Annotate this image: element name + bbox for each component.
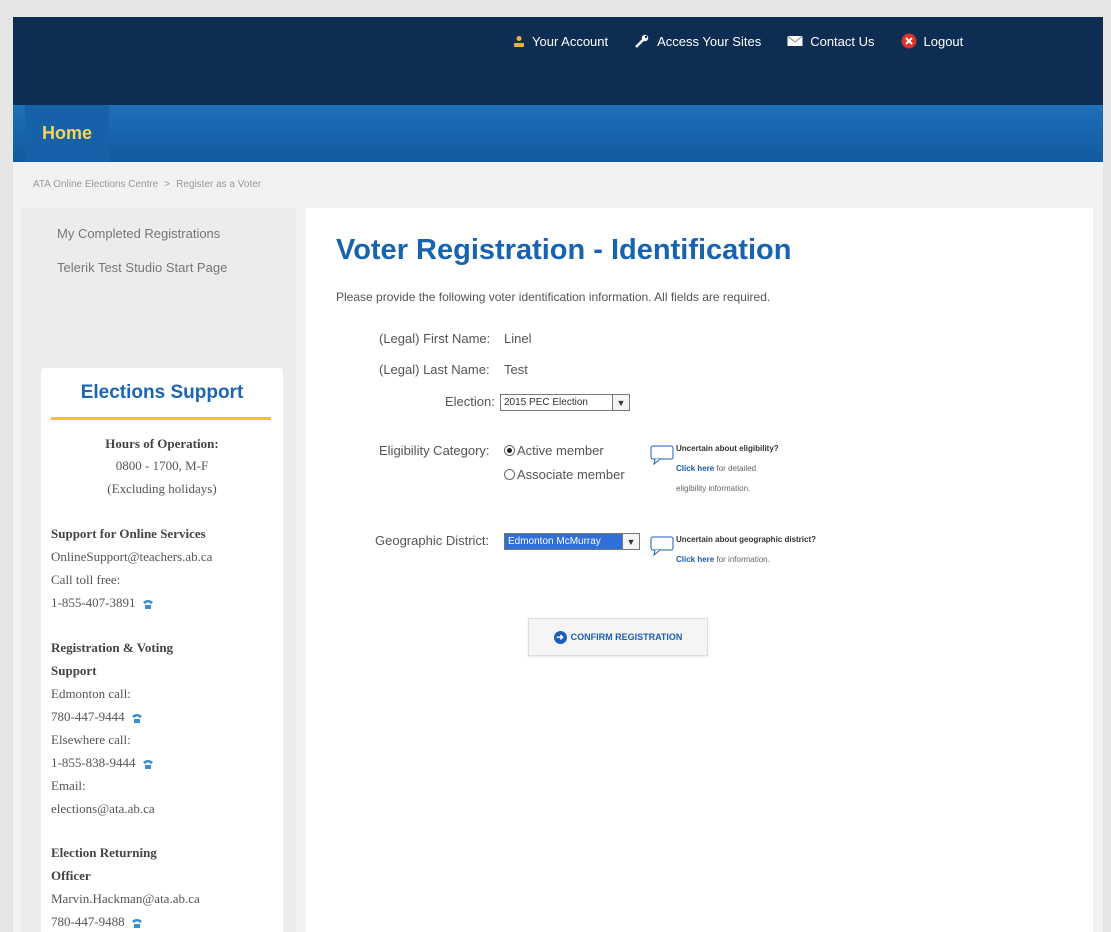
- contact-us-link[interactable]: Contact Us: [787, 33, 875, 49]
- sidebar: My Completed Registrations Telerik Test …: [21, 208, 296, 932]
- returning-officer-phone[interactable]: 780-447-9488: [51, 914, 125, 929]
- sidebar-item-telerik-start-page[interactable]: Telerik Test Studio Start Page: [57, 260, 227, 275]
- registration-support-title-2: Support: [51, 663, 97, 678]
- home-tab[interactable]: Home: [25, 105, 109, 162]
- phone-icon[interactable]: [131, 918, 143, 929]
- logout-label: Logout: [923, 33, 964, 49]
- hours-value: 0800 - 1700, M-F: [115, 458, 209, 473]
- eligibility-option-associate: Associate member: [517, 467, 625, 482]
- edmonton-phone[interactable]: 780-447-9444: [51, 709, 125, 724]
- eligibility-help-question: Uncertain about eligibility?: [676, 444, 779, 453]
- returning-officer-email[interactable]: Marvin.Hackman@ata.ab.ca: [51, 887, 200, 910]
- hours-note: (Excluding holidays): [107, 481, 217, 496]
- user-icon: [514, 35, 524, 47]
- phone-icon[interactable]: [131, 713, 143, 724]
- page-frame: Your Account Access Your Sites Contact U…: [13, 17, 1103, 932]
- online-support-title: Support for Online Services: [51, 526, 206, 541]
- online-support-phone[interactable]: 1-855-407-3891: [51, 595, 136, 610]
- online-support-phone-row: 1-855-407-3891: [51, 591, 154, 614]
- chevron-down-icon[interactable]: ▼: [612, 395, 629, 410]
- eligibility-help-text: for detailed: [716, 464, 757, 473]
- eligibility-label: Eligibility Category:: [379, 443, 490, 458]
- district-help-question: Uncertain about geographic district?: [676, 535, 817, 544]
- instructions: Please provide the following voter ident…: [336, 290, 771, 304]
- district-select[interactable]: Edmonton McMurray ▼: [504, 533, 640, 550]
- elsewhere-phone[interactable]: 1-855-838-9444: [51, 755, 136, 770]
- arrow-right-circle-icon: ➜: [553, 630, 567, 644]
- support-title: Elections Support: [80, 382, 244, 403]
- phone-icon[interactable]: [142, 759, 154, 770]
- breadcrumb-root[interactable]: ATA Online Elections Centre: [33, 179, 158, 190]
- logout-link[interactable]: Logout: [901, 33, 964, 49]
- wrench-icon: [635, 34, 649, 48]
- speech-bubble-icon: [650, 445, 674, 465]
- envelope-icon: [787, 35, 804, 46]
- online-support-email[interactable]: OnlineSupport@teachers.ab.ca: [51, 545, 212, 568]
- phone-icon[interactable]: [142, 599, 154, 610]
- your-account-label: Your Account: [532, 33, 609, 49]
- last-name-label: (Legal) Last Name:: [379, 362, 490, 377]
- your-account-link[interactable]: Your Account: [513, 33, 608, 49]
- district-help-link[interactable]: Click here: [676, 555, 714, 564]
- elsewhere-call-label: Elsewhere call:: [51, 732, 131, 747]
- first-name-label: (Legal) First Name:: [379, 331, 491, 346]
- online-support-call-label: Call toll free:: [51, 572, 121, 587]
- breadcrumb-separator: >: [164, 179, 171, 190]
- contact-us-label: Contact Us: [810, 33, 875, 49]
- election-select[interactable]: 2015 PEC Election ▼: [500, 394, 630, 411]
- eligibility-option-active: Active member: [517, 443, 604, 458]
- confirm-registration-label: CONFIRM REGISTRATION: [570, 632, 683, 642]
- email-label: Email:: [51, 778, 86, 793]
- elections-email[interactable]: elections@ata.ab.ca: [51, 797, 155, 820]
- registration-support-title-1: Registration & Voting: [51, 640, 174, 655]
- returning-officer-title-2: Officer: [51, 868, 91, 883]
- page-title: Voter Registration - Identification: [336, 234, 792, 266]
- hours-title: Hours of Operation:: [105, 436, 219, 451]
- speech-bubble-icon: [650, 536, 674, 556]
- eligibility-help-link[interactable]: Click here: [676, 464, 714, 473]
- election-label: Election:: [445, 394, 495, 409]
- eligibility-radio-active[interactable]: Active member: [504, 443, 604, 458]
- top-nav: Your Account Access Your Sites Contact U…: [513, 33, 989, 49]
- chevron-down-icon[interactable]: ▼: [622, 534, 639, 549]
- district-help: Uncertain about geographic district? Cli…: [676, 530, 816, 570]
- main-content: Voter Registration - Identification Plea…: [306, 208, 1093, 932]
- district-label: Geographic District:: [375, 533, 490, 548]
- first-name-value: Linel: [504, 331, 532, 346]
- radio-selected-icon[interactable]: [504, 445, 515, 456]
- radio-unselected-icon[interactable]: [504, 469, 515, 480]
- district-help-text: for information.: [716, 555, 770, 564]
- returning-officer-title-1: Election Returning: [51, 845, 157, 860]
- eligibility-help-text-2: eligibility information.: [676, 484, 751, 493]
- eligibility-help: Uncertain about eligibility? Click here …: [676, 439, 779, 499]
- last-name-value: Test: [504, 362, 528, 377]
- access-sites-label: Access Your Sites: [657, 33, 762, 49]
- edmonton-call-label: Edmonton call:: [51, 686, 131, 701]
- district-selected-value: Edmonton McMurray: [505, 534, 622, 549]
- breadcrumb: ATA Online Elections Centre > Register a…: [33, 179, 261, 190]
- sidebar-item-completed-registrations[interactable]: My Completed Registrations: [57, 226, 220, 241]
- elsewhere-phone-row: 1-855-838-9444: [51, 751, 154, 774]
- access-sites-link[interactable]: Access Your Sites: [634, 33, 761, 49]
- elections-support-panel: Elections Support Hours of Operation: 08…: [41, 368, 283, 932]
- support-divider: [51, 417, 271, 420]
- edmonton-phone-row: 780-447-9444: [51, 705, 143, 728]
- logout-icon: [901, 33, 917, 49]
- confirm-registration-button[interactable]: ➜ CONFIRM REGISTRATION: [528, 618, 708, 656]
- returning-officer-phone-row: 780-447-9488: [51, 910, 143, 932]
- top-header: Your Account Access Your Sites Contact U…: [13, 17, 1103, 105]
- nav-bar: [13, 105, 1103, 162]
- election-selected-value: 2015 PEC Election: [504, 397, 588, 408]
- breadcrumb-current: Register as a Voter: [176, 179, 262, 190]
- eligibility-radio-associate[interactable]: Associate member: [504, 467, 625, 482]
